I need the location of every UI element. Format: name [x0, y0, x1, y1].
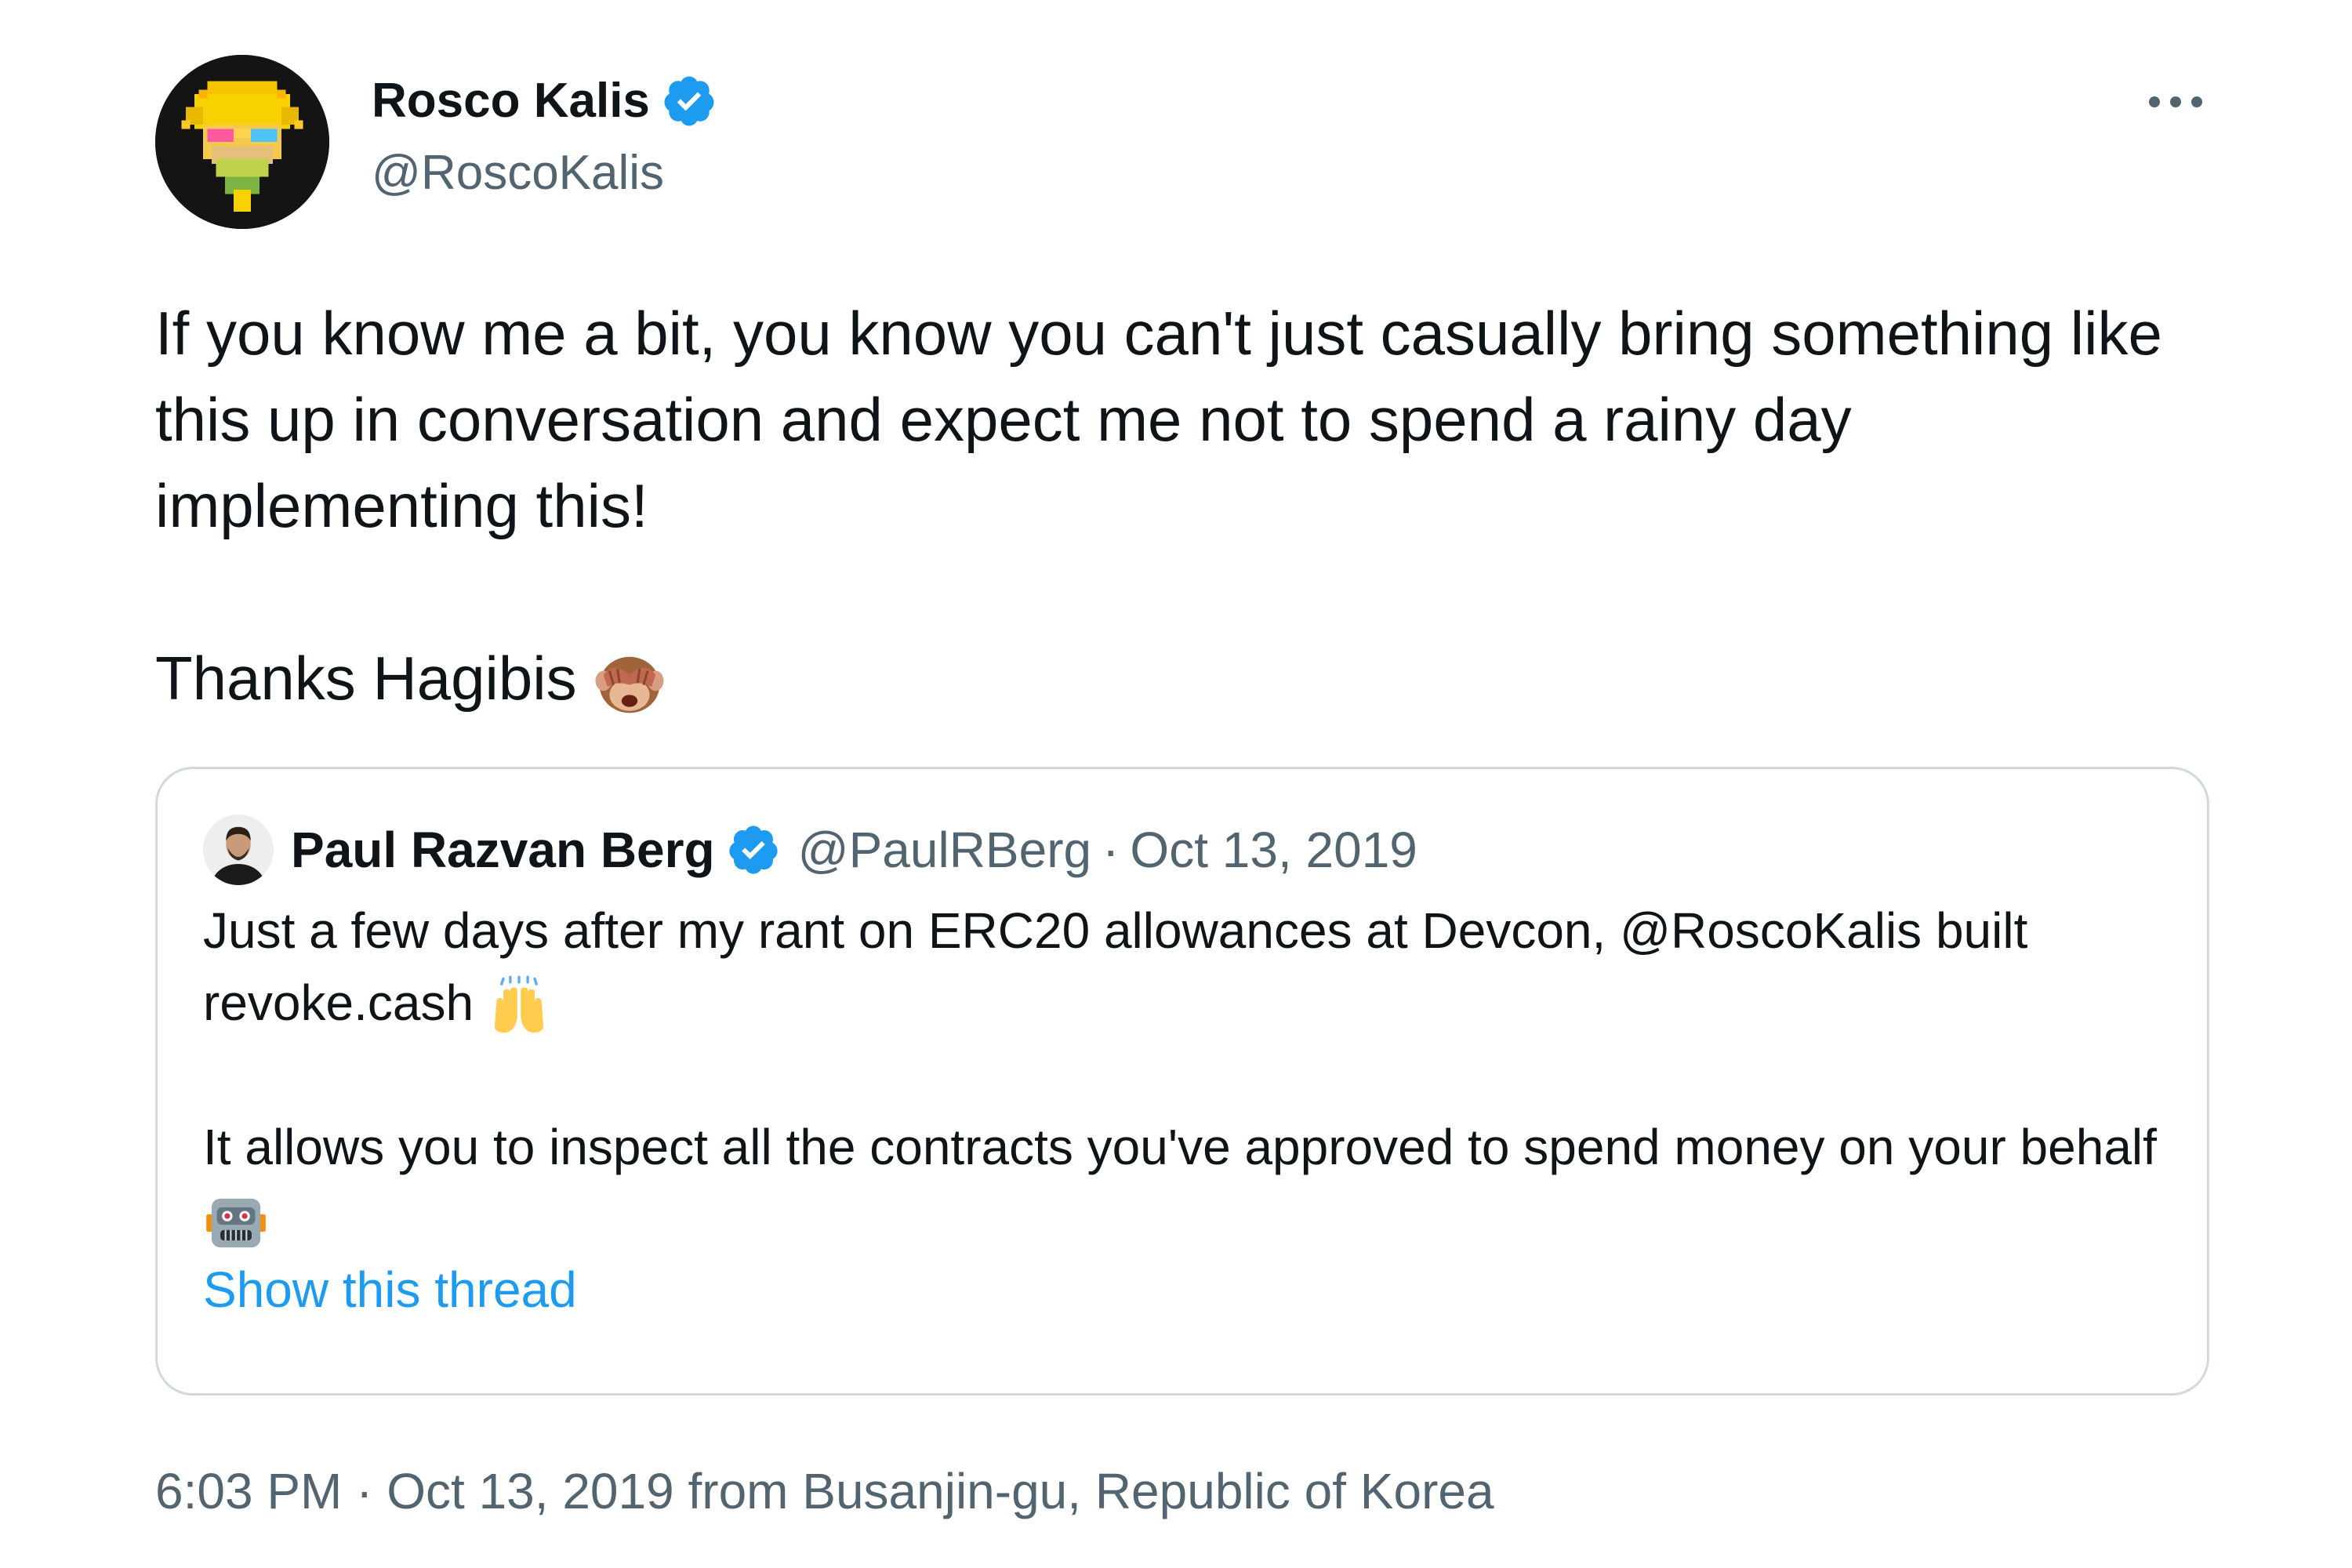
quoted-tweet-line-2: It allows you to inspect all the contrac… [203, 1111, 2163, 1255]
tweet-text: If you know me a bit, you know you can't… [155, 290, 2225, 721]
tweet-paragraph-1: If you know me a bit, you know you can't… [155, 299, 2162, 540]
tweet-paragraph-2: Thanks Hagibis [155, 635, 2225, 721]
quoted-tweet-header: Paul Razvan Berg @PaulRBerg · Oct 13, 20… [203, 815, 1417, 885]
raising-hands-icon [488, 975, 550, 1038]
separator-dot: · [1102, 822, 1120, 878]
author-name-text[interactable]: Rosco Kalis [372, 69, 650, 133]
quoted-tweet-line-1: Just a few days after my rant on ERC20 a… [203, 895, 2163, 1039]
quoted-tweet-line-1-text: Just a few days after my rant on ERC20 a… [203, 902, 2028, 1031]
verified-badge-icon[interactable] [726, 822, 781, 877]
show-thread-link[interactable]: Show this thread [203, 1254, 577, 1326]
more-options-button[interactable] [2140, 78, 2211, 125]
separator-dot: · [356, 1463, 373, 1519]
tweet-paragraph-2-text: Thanks Hagibis [155, 644, 577, 713]
quoted-author-handle[interactable]: @PaulRBerg [798, 821, 1091, 879]
verified-badge-icon[interactable] [661, 73, 717, 129]
author-handle[interactable]: @RoscoKalis [372, 141, 664, 205]
tweet-location: from Busanjin-gu, Republic of Korea [688, 1463, 1494, 1519]
robot-icon [203, 1192, 269, 1254]
tweet-date[interactable]: Oct 13, 2019 [387, 1463, 673, 1519]
see-no-evil-monkey-icon [593, 647, 666, 719]
quoted-tweet-card[interactable]: Paul Razvan Berg @PaulRBerg · Oct 13, 20… [155, 767, 2209, 1396]
more-horizontal-icon [2149, 96, 2202, 107]
quoted-author-name[interactable]: Paul Razvan Berg [291, 821, 715, 879]
quoted-tweet-text: Just a few days after my rant on ERC20 a… [203, 895, 2163, 1255]
quoted-tweet-line-2-text: It allows you to inspect all the contrac… [203, 1119, 2157, 1175]
author-avatar[interactable] [155, 55, 329, 229]
tweet-time[interactable]: 6:03 PM [155, 1463, 342, 1519]
author-name[interactable]: Rosco Kalis [372, 69, 717, 133]
tweet-meta: 6:03 PM · Oct 13, 2019 from Busanjin-gu,… [155, 1458, 1494, 1524]
quoted-author-avatar[interactable] [203, 815, 274, 885]
quoted-tweet-date[interactable]: Oct 13, 2019 [1130, 821, 1417, 879]
